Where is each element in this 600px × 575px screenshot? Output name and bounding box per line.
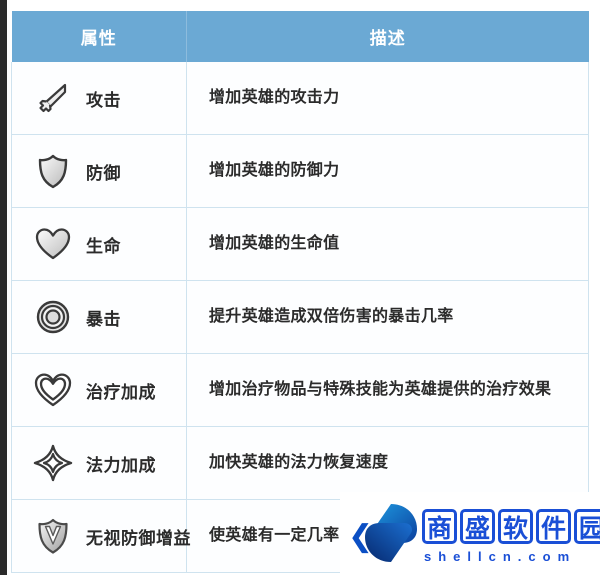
table-row: 无视防御增益 使英雄有一定几率 [11,499,589,573]
attribute-cell: 治疗加成 [11,353,187,427]
table-header-row: 属性 描述 [11,11,589,62]
description-text: 提升英雄造成双倍伤害的暴击几率 [209,308,454,325]
heart-outline-icon [32,369,74,411]
attribute-name: 无视防御增益 [86,528,191,548]
description-text: 使英雄有一定几率 [209,527,340,544]
page-left-gutter [0,0,7,575]
attribute-name: 生命 [86,236,121,256]
column-header-description: 描述 [186,11,589,62]
sword-icon [32,77,74,119]
shield-v-icon [32,515,74,557]
description-text: 增加英雄的生命值 [209,235,340,252]
table-row: 法力加成 加快英雄的法力恢复速度 [11,426,589,500]
page-canvas: 属性 描述 攻击 增加英雄的攻击力 防御 增加英雄的防御力 生命 增加英雄的生命… [7,0,600,575]
column-header-attribute: 属性 [11,11,187,62]
description-cell: 加快英雄的法力恢复速度 [186,426,589,500]
attribute-cell: 生命 [11,207,187,281]
attribute-cell: 暴击 [11,280,187,354]
attribute-cell: 无视防御增益 [11,499,191,573]
description-cell: 增加治疗物品与特殊技能为英雄提供的治疗效果 [186,353,589,427]
attributes-table: 属性 描述 攻击 增加英雄的攻击力 防御 增加英雄的防御力 生命 增加英雄的生命… [11,11,589,573]
description-cell: 增加英雄的攻击力 [186,62,589,135]
attribute-cell: 法力加成 [11,426,187,500]
table-header: 属性 描述 [11,11,589,62]
table-row: 防御 增加英雄的防御力 [11,134,589,208]
table-row: 暴击 提升英雄造成双倍伤害的暴击几率 [11,280,589,354]
description-cell: 使英雄有一定几率 [186,499,589,573]
attribute-cell: 攻击 [11,62,187,135]
table-body: 攻击 增加英雄的攻击力 防御 增加英雄的防御力 生命 增加英雄的生命值 暴击 提… [11,62,589,573]
diamond-star-icon [32,442,74,484]
target-rings-icon [32,296,74,338]
attribute-name: 法力加成 [86,455,156,475]
description-cell: 增加英雄的生命值 [186,207,589,281]
description-text: 加快英雄的法力恢复速度 [209,454,389,471]
shield-icon [32,150,74,192]
attribute-name: 防御 [86,163,121,183]
table-row: 攻击 增加英雄的攻击力 [11,62,589,135]
attribute-name: 暴击 [86,309,121,329]
attribute-name: 攻击 [86,90,121,110]
description-cell: 增加英雄的防御力 [186,134,589,208]
table-row: 治疗加成 增加治疗物品与特殊技能为英雄提供的治疗效果 [11,353,589,427]
description-text: 增加英雄的攻击力 [209,89,340,106]
attribute-name: 治疗加成 [86,382,156,402]
description-text: 增加治疗物品与特殊技能为英雄提供的治疗效果 [209,381,552,398]
attribute-cell: 防御 [11,134,187,208]
description-text: 增加英雄的防御力 [209,162,340,179]
heart-icon [32,223,74,265]
description-cell: 提升英雄造成双倍伤害的暴击几率 [186,280,589,354]
table-row: 生命 增加英雄的生命值 [11,207,589,281]
